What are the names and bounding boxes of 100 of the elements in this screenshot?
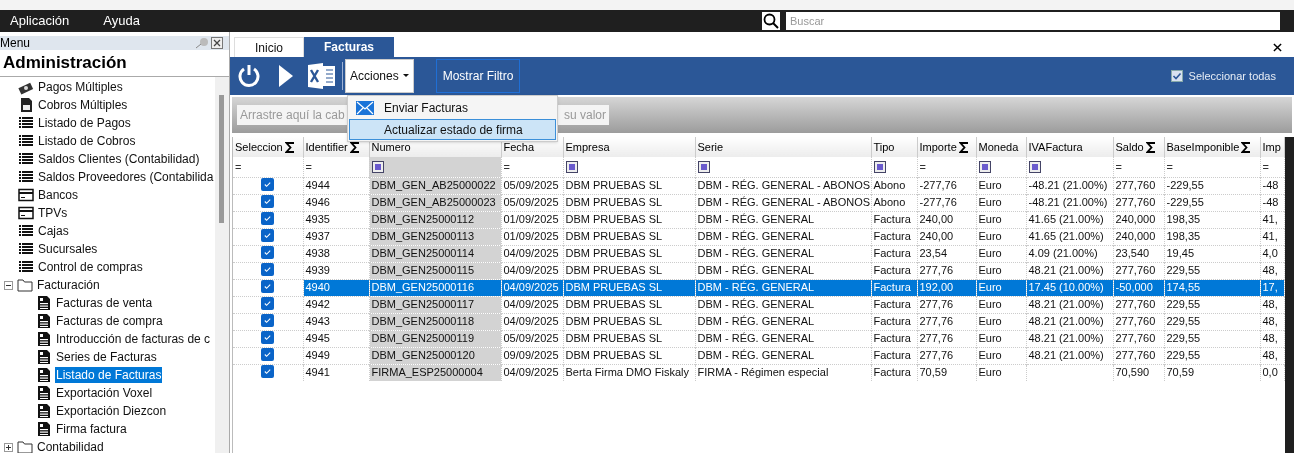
filter-button[interactable]: Mostrar Filtro bbox=[435, 59, 521, 93]
table-row[interactable]: 4939 DBM_GEN25000115 04/09/2025 DBM PRUEBAS SL DBM - RÉG. GENERAL Factura 277,76 Euro 48.21 (21.00%) 277,760 229,55 48, bbox=[233, 262, 1284, 279]
tree-item[interactable]: Cajas bbox=[37, 223, 70, 239]
checkbox[interactable] bbox=[261, 365, 275, 379]
table-cell: -48.21 (21.00%) bbox=[1026, 177, 1113, 194]
tree-item[interactable]: Firma factura bbox=[55, 421, 128, 437]
table-row[interactable]: 4944 DBM_GEN_AB25000022 05/09/2025 DBM PRUEBAS SL DBM - RÉG. GENERAL - ABONOS Abono -277,76 Euro -48.21 (21.00%) 277,760 -229,55 -48 bbox=[233, 177, 1284, 194]
power-icon[interactable] bbox=[236, 63, 262, 89]
sum-icon[interactable] bbox=[284, 141, 295, 153]
filter-operator[interactable]: = bbox=[235, 160, 242, 173]
table-row[interactable]: 4943 DBM_GEN25000118 04/09/2025 DBM PRUEBAS SL DBM - RÉG. GENERAL Factura 277,76 Euro 48.21 (21.00%) 277,760 229,55 48, bbox=[233, 313, 1284, 330]
column-header[interactable]: Tipo bbox=[871, 137, 917, 157]
checkbox[interactable] bbox=[261, 280, 275, 293]
tree-item[interactable]: Pagos Múltiples bbox=[37, 79, 124, 95]
tree-item[interactable]: Saldos Proveedores (Contabilida bbox=[37, 169, 215, 185]
filter-icon[interactable] bbox=[371, 160, 384, 173]
tree-item[interactable]: Contabilidad bbox=[36, 439, 105, 453]
tree-item[interactable]: TPVs bbox=[37, 205, 69, 221]
tree-item[interactable]: Exportación Diezcon bbox=[55, 403, 168, 419]
scrollbar[interactable] bbox=[215, 77, 229, 453]
column-header[interactable]: Serie bbox=[695, 137, 871, 157]
table-row[interactable]: 4937 DBM_GEN25000113 01/09/2025 DBM PRUEBAS SL DBM - RÉG. GENERAL Factura 240,00 Euro 41.65 (21.00%) 240,000 198,35 41, bbox=[233, 228, 1284, 245]
tree-item[interactable]: Introducción de facturas de c bbox=[55, 331, 212, 347]
filter-operator[interactable]: = bbox=[1115, 160, 1122, 173]
column-header[interactable]: Importe bbox=[917, 137, 976, 157]
tree-item[interactable]: Facturación bbox=[36, 277, 101, 293]
close-icon[interactable] bbox=[1273, 43, 1282, 52]
table-cell: Factura bbox=[871, 347, 917, 364]
menu-item[interactable]: Enviar Facturas bbox=[349, 97, 556, 118]
checkbox[interactable] bbox=[261, 229, 275, 242]
table-row[interactable]: 4938 DBM_GEN25000114 04/09/2025 DBM PRUEBAS SL DBM - RÉG. GENERAL Factura 23,54 Euro 4.09 (21.00%) 23,540 19,45 4,0 bbox=[233, 245, 1284, 262]
table-row[interactable]: 4945 DBM_GEN25000119 05/09/2025 DBM PRUEBAS SL DBM - RÉG. GENERAL Factura 277,76 Euro 48.21 (21.00%) 277,760 229,55 48, bbox=[233, 330, 1284, 347]
checkbox[interactable] bbox=[261, 246, 275, 259]
menu-item[interactable]: Actualizar estado de firma bbox=[349, 119, 556, 140]
tree-item[interactable]: Exportación Voxel bbox=[55, 385, 154, 401]
checkbox[interactable] bbox=[261, 297, 275, 310]
column-header[interactable]: Empresa bbox=[563, 137, 695, 157]
search-field[interactable]: Buscar bbox=[786, 12, 1280, 30]
tree-item[interactable]: Saldos Clientes (Contabilidad) bbox=[37, 151, 201, 167]
checkbox[interactable] bbox=[261, 178, 275, 191]
tree-item[interactable]: Listado de Pagos bbox=[37, 115, 132, 131]
table-row[interactable]: 4942 DBM_GEN25000117 04/09/2025 DBM PRUEBAS SL DBM - RÉG. GENERAL Factura 277,76 Euro 48.21 (21.00%) 277,760 229,55 48, bbox=[233, 296, 1284, 313]
table-cell: 04/09/2025 bbox=[501, 364, 563, 381]
filter-operator[interactable]: = bbox=[1166, 160, 1173, 173]
collapse-toggle[interactable] bbox=[4, 280, 13, 290]
close-icon[interactable] bbox=[211, 37, 223, 49]
menu-item[interactable]: Ayuda bbox=[93, 11, 150, 31]
checkbox[interactable] bbox=[1170, 70, 1183, 82]
column-header[interactable]: BaseImponible bbox=[1164, 137, 1260, 157]
table-row[interactable]: 4941 FIRMA_ESP25000004 04/09/2025 Berta Firma DMO Fiskaly FIRMA - Régimen especial Factura 70,59 Euro 70,590 70,59 0,0 bbox=[233, 364, 1284, 381]
spreadsheet-icon[interactable] bbox=[308, 63, 336, 89]
filter-icon[interactable] bbox=[978, 160, 991, 173]
column-header[interactable]: Saldo bbox=[1113, 137, 1164, 157]
checkbox[interactable] bbox=[261, 212, 275, 225]
table-row[interactable]: 4949 DBM_GEN25000120 09/09/2025 DBM PRUEBAS SL DBM - RÉG. GENERAL Factura 277,76 Euro 48.21 (21.00%) 277,760 229,55 48, bbox=[233, 347, 1284, 364]
sum-icon[interactable] bbox=[349, 141, 360, 153]
checkbox[interactable] bbox=[261, 263, 275, 276]
expand-toggle[interactable] bbox=[4, 442, 13, 452]
filter-operator[interactable]: = bbox=[305, 160, 312, 173]
checkbox[interactable] bbox=[261, 348, 275, 361]
table-row[interactable]: 4946 DBM_GEN_AB25000023 05/09/2025 DBM PRUEBAS SL DBM - RÉG. GENERAL - ABONOS Abono -277,76 Euro -48.21 (21.00%) 277,760 -229,55 -48 bbox=[233, 194, 1284, 211]
filter-icon[interactable] bbox=[873, 160, 886, 173]
tree-item[interactable]: Sucursales bbox=[37, 241, 99, 257]
filter-operator[interactable]: = bbox=[1262, 160, 1269, 173]
checkbox[interactable] bbox=[261, 195, 275, 208]
table-cell: DBM_GEN25000114 bbox=[369, 245, 501, 262]
table-row[interactable]: 4940 DBM_GEN25000116 04/09/2025 DBM PRUEBAS SL DBM - RÉG. GENERAL Factura 192,00 Euro 17.45 (10.00%) -50,000 174,55 17, bbox=[233, 279, 1284, 296]
tree-item[interactable]: Control de compras bbox=[37, 259, 144, 275]
tree-item[interactable]: Facturas de venta bbox=[55, 295, 154, 311]
tree-item[interactable]: Listado de Cobros bbox=[37, 133, 137, 149]
tab[interactable]: Inicio bbox=[234, 37, 304, 57]
column-header[interactable]: Imp bbox=[1260, 137, 1284, 157]
tree-item[interactable]: Cobros Múltiples bbox=[37, 97, 129, 113]
column-header[interactable]: Moneda bbox=[976, 137, 1026, 157]
table-cell: 70,590 bbox=[1113, 364, 1164, 381]
filter-icon[interactable] bbox=[1028, 160, 1041, 173]
play-icon[interactable] bbox=[278, 64, 294, 88]
tree-item[interactable]: Listado de Facturas bbox=[55, 367, 163, 383]
table-cell: 4938 bbox=[303, 245, 369, 262]
column-header[interactable]: Seleccion bbox=[233, 137, 303, 157]
filter-operator[interactable]: = bbox=[503, 160, 510, 173]
search-icon[interactable] bbox=[762, 12, 780, 30]
scrollbar[interactable] bbox=[1285, 137, 1294, 453]
checkbox[interactable] bbox=[261, 331, 275, 344]
filter-icon[interactable] bbox=[565, 160, 578, 173]
checkbox[interactable] bbox=[261, 314, 275, 327]
tree-item[interactable]: Bancos bbox=[37, 187, 80, 203]
filter-icon[interactable] bbox=[697, 160, 710, 173]
column-header[interactable]: IVAFactura bbox=[1026, 137, 1113, 157]
sum-icon[interactable] bbox=[1241, 141, 1252, 153]
table-cell: 48, bbox=[1260, 313, 1284, 330]
sum-icon[interactable] bbox=[958, 141, 969, 153]
filter-operator[interactable]: = bbox=[919, 160, 926, 173]
actions-dropdown-button[interactable]: Acciones bbox=[345, 59, 414, 93]
tab[interactable]: Facturas bbox=[304, 37, 395, 57]
tree-item[interactable]: Facturas de compra bbox=[55, 313, 164, 329]
sum-icon[interactable] bbox=[1145, 141, 1156, 153]
tree-item[interactable]: Series de Facturas bbox=[55, 349, 158, 365]
menu-item[interactable]: Aplicación bbox=[0, 11, 80, 31]
table-row[interactable]: 4935 DBM_GEN25000112 01/09/2025 DBM PRUEBAS SL DBM - RÉG. GENERAL Factura 240,00 Euro 41.65 (21.00%) 240,000 198,35 41, bbox=[233, 211, 1284, 228]
